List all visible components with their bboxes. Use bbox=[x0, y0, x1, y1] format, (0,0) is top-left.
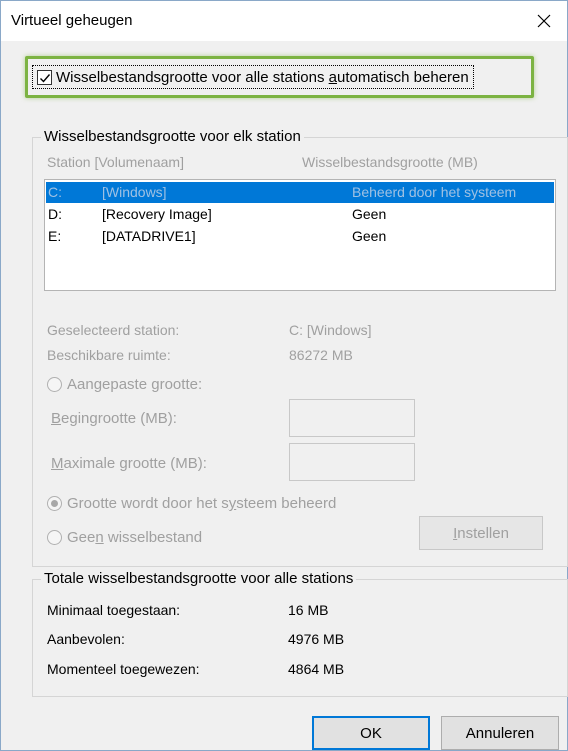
system-managed-label: Grootte wordt door het systeem beheerd bbox=[67, 495, 336, 512]
selected-drive-value: C: [Windows] bbox=[289, 322, 372, 338]
totals-group-title: Totale wisselbestandsgrootte voor alle s… bbox=[41, 570, 357, 587]
auto-manage-highlight: Wisselbestandsgrootte voor alle stations… bbox=[25, 56, 534, 98]
per-station-group-title: Wisselbestandsgrootte voor elk station bbox=[41, 128, 304, 145]
custom-size-radio[interactable] bbox=[47, 377, 62, 392]
close-icon bbox=[537, 14, 551, 28]
drive-name: [DATADRIVE1] bbox=[102, 228, 196, 244]
set-button[interactable]: Instellen bbox=[419, 516, 543, 550]
custom-size-option[interactable]: Aangepaste grootte: bbox=[47, 376, 202, 393]
auto-manage-checkbox[interactable] bbox=[37, 70, 52, 85]
no-paging-file-option[interactable]: Geen wisselbestand bbox=[47, 529, 202, 546]
custom-size-label: Aangepaste grootte: bbox=[67, 376, 202, 393]
initial-size-label: Begingrootte (MB): bbox=[51, 410, 177, 427]
drive-size: Geen bbox=[352, 228, 387, 244]
column-header-station: Station [Volumenaam] bbox=[47, 154, 184, 170]
drive-size: Geen bbox=[352, 206, 387, 222]
ok-button[interactable]: OK bbox=[312, 716, 430, 750]
minimum-allowed-value: 16 MB bbox=[288, 602, 329, 618]
maximum-size-input[interactable] bbox=[289, 443, 415, 481]
close-button[interactable] bbox=[521, 1, 567, 41]
selected-drive-label: Geselecteerd station: bbox=[47, 322, 180, 338]
drive-row-c[interactable]: C: [Windows] Beheerd door het systeem bbox=[46, 182, 554, 203]
drive-size: Beheerd door het systeem bbox=[352, 184, 517, 200]
minimum-allowed-label: Minimaal toegestaan: bbox=[47, 602, 181, 618]
custom-size-label-post: rootte: bbox=[159, 376, 203, 393]
system-managed-label-post: steem beheerd bbox=[236, 495, 337, 512]
system-managed-option[interactable]: Grootte wordt door het systeem beheerd bbox=[47, 495, 336, 512]
auto-manage-label: Wisselbestandsgrootte voor alle stations… bbox=[56, 69, 469, 86]
maximum-size-label-post: aximale grootte (MB): bbox=[63, 455, 207, 472]
no-paging-file-radio[interactable] bbox=[47, 530, 62, 545]
available-space-label: Beschikbare ruimte: bbox=[47, 347, 171, 363]
auto-manage-label-accel: a bbox=[328, 69, 337, 86]
maximum-size-label: Maximale grootte (MB): bbox=[51, 455, 207, 472]
custom-size-label-accel: g bbox=[151, 376, 160, 393]
auto-manage-label-pre: Wisselbestandsgrootte voor alle stations bbox=[56, 69, 329, 86]
drive-list[interactable]: C: [Windows] Beheerd door het systeem D:… bbox=[44, 179, 556, 291]
initial-size-label-accel: B bbox=[51, 410, 62, 427]
window-title: Virtueel geheugen bbox=[11, 12, 133, 29]
system-managed-label-pre: Grootte wordt door het s bbox=[67, 495, 229, 512]
system-managed-radio[interactable] bbox=[47, 496, 62, 511]
recommended-value: 4976 MB bbox=[288, 631, 345, 647]
custom-size-label-pre: Aangepaste bbox=[67, 376, 152, 393]
auto-manage-checkbox-row[interactable]: Wisselbestandsgrootte voor alle stations… bbox=[32, 65, 474, 89]
maximum-size-label-accel: M bbox=[51, 455, 64, 472]
drive-row-e[interactable]: E: [DATADRIVE1] Geen bbox=[46, 226, 554, 247]
title-bar: Virtueel geheugen bbox=[1, 1, 567, 41]
auto-manage-label-post: utomatisch beheren bbox=[336, 69, 469, 86]
no-paging-file-label-pre: Gee bbox=[67, 529, 96, 546]
no-paging-file-label-post: wisselbestand bbox=[103, 529, 203, 546]
virtual-memory-dialog: Virtueel geheugen Wisselbestandsgrootte … bbox=[0, 0, 568, 751]
currently-allocated-value: 4864 MB bbox=[288, 661, 345, 677]
drive-letter: C: bbox=[48, 184, 62, 200]
initial-size-input[interactable] bbox=[289, 399, 415, 437]
drive-row-d[interactable]: D: [Recovery Image] Geen bbox=[46, 204, 554, 225]
column-header-size: Wisselbestandsgrootte (MB) bbox=[302, 154, 478, 170]
available-space-value: 86272 MB bbox=[289, 347, 353, 363]
drive-letter: D: bbox=[48, 206, 62, 222]
no-paging-file-label-accel: n bbox=[95, 529, 104, 546]
initial-size-label-post: egingrootte (MB): bbox=[61, 410, 177, 427]
drive-name: [Recovery Image] bbox=[102, 206, 212, 222]
currently-allocated-label: Momenteel toegewezen: bbox=[47, 661, 200, 677]
cancel-button[interactable]: Annuleren bbox=[441, 716, 559, 750]
set-button-label-post: nstellen bbox=[457, 524, 509, 542]
no-paging-file-label: Geen wisselbestand bbox=[67, 529, 202, 546]
recommended-label: Aanbevolen: bbox=[47, 631, 125, 647]
drive-name: [Windows] bbox=[102, 184, 167, 200]
checkmark-icon bbox=[39, 73, 50, 83]
drive-letter: E: bbox=[48, 228, 62, 244]
